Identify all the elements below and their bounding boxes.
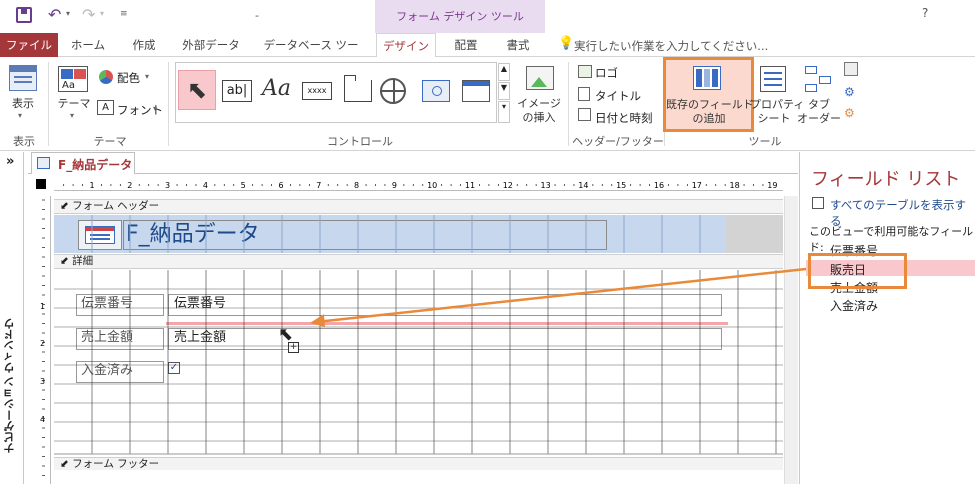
tab-control-icon[interactable] [344,75,372,102]
qat-customize-icon[interactable]: ≡ [120,9,128,19]
theme-icon[interactable]: Aa [58,66,88,92]
tab-order-button[interactable]: タブ オーダー [797,98,841,126]
gallery-more-icon[interactable]: ▾ [498,101,510,123]
horizontal-ruler [54,177,783,191]
tab-external-data[interactable]: 外部データ [178,33,244,57]
undo-dropdown-icon[interactable]: ▾ [66,9,70,18]
field-label-slip-number[interactable]: 伝票番号 [76,294,164,316]
field-textbox-slip-number[interactable]: 伝票番号 [168,294,722,316]
field-callout-box [808,253,907,289]
hyperlink-globe-icon[interactable] [380,78,406,104]
section-arrow-icon: ⬋ [60,458,73,470]
form-title-label[interactable]: F_納品データ [123,220,607,250]
add-existing-fields-button[interactable]: 既存のフィールド の追加 [666,98,754,126]
group-theme-label: テーマ [93,135,127,148]
colors-button[interactable]: 配色 [117,70,140,86]
drop-insertion-line [166,322,728,325]
tab-format[interactable]: 書式 [498,33,538,57]
tab-arrange[interactable]: 配置 [446,33,486,57]
detail-bar[interactable]: ⬋ 詳細 [54,254,783,269]
logo-icon[interactable] [578,65,592,78]
field-textbox-sales-amount[interactable]: 売上金額 [168,328,722,350]
view-dropdown-icon[interactable]: ▾ [18,111,22,120]
add-existing-fields-icon[interactable] [693,66,721,90]
gallery-scroll-up-icon[interactable]: ▲ [498,63,510,81]
form-header-label: フォーム ヘッダー [72,200,160,212]
select-pointer-icon[interactable]: ⬉ [178,70,216,110]
fonts-dropdown-icon[interactable]: ▾ [153,104,157,113]
convert-macros-icon[interactable]: ⚙ [844,106,858,120]
theme-dropdown-icon[interactable]: ▾ [70,111,74,120]
insert-image-button[interactable]: イメージ の挿入 [515,97,563,125]
detail-label: 詳細 [72,255,94,267]
document-tab-label: F_納品データ [58,158,133,172]
view-icon[interactable] [9,65,37,91]
datetime-button[interactable]: 日付と時刻 [595,110,653,126]
label-control-icon[interactable]: Aa [262,76,291,101]
vertical-scrollbar[interactable] [784,196,798,484]
help-button[interactable]: ? [922,6,928,20]
form-header-unused-area [726,215,783,253]
theme-button[interactable]: テーマ [55,97,93,111]
subform-icon[interactable] [844,62,858,76]
field-item[interactable]: 入金済み [830,297,878,314]
section-arrow-icon: ⬋ [60,255,73,267]
show-all-tables-icon[interactable] [812,197,824,209]
section-arrow-icon: ⬋ [60,200,73,212]
field-label-paid[interactable]: 入金済み [76,361,164,383]
form-icon [37,157,50,169]
title-button[interactable]: タイトル [595,88,641,104]
button-control-icon[interactable]: xxxx [302,82,332,100]
paid-checkbox[interactable]: ✓ [168,362,180,374]
view-button[interactable]: 表示 [7,97,39,111]
tell-me-input[interactable]: 実行したい作業を入力してください... [574,38,768,54]
nav-pane-label: ナビゲーション ウィンドウ [3,318,16,454]
tab-design[interactable]: デザイン [376,33,436,58]
colors-dropdown-icon[interactable]: ▾ [145,72,149,81]
gallery-scroll-down-icon[interactable]: ▼ [498,82,510,100]
textbox-control-icon[interactable]: ab| [222,80,252,102]
form-footer-area[interactable] [54,470,783,484]
drag-add-icon: + [288,342,299,353]
form-footer-label: フォーム フッター [72,458,160,470]
document-tab[interactable]: F_納品データ [31,152,135,175]
web-browser-control-icon[interactable] [422,80,450,102]
tab-order-icon[interactable] [805,64,833,92]
tab-home[interactable]: ホーム [66,33,110,57]
document-tab-bar [28,152,798,174]
group-view-label: 表示 [13,135,35,148]
field-list-title: フィールド リスト [811,169,961,190]
navigation-control-icon[interactable] [462,80,490,102]
logo-button[interactable]: ロゴ [595,65,618,81]
group-header-footer-label: ヘッダー/フッター [572,135,664,148]
view-code-icon[interactable]: ⚙ [844,85,858,99]
property-sheet-button[interactable]: プロパティ シート [750,98,804,126]
redo-dropdown-icon[interactable]: ▾ [100,9,104,18]
document-title: - [255,9,259,22]
property-sheet-icon[interactable] [760,66,786,92]
vertical-ruler [33,196,51,484]
lightbulb-icon: 💡 [558,36,575,51]
ruler-corner[interactable] [36,179,46,189]
form-logo-icon[interactable] [78,220,122,250]
colors-icon[interactable] [99,70,113,84]
contextual-tab-header: フォーム デザイン ツール [375,0,545,33]
insert-image-icon[interactable] [526,66,554,90]
group-tools-label: ツール [748,135,782,148]
fonts-icon[interactable]: A [97,100,114,115]
title-icon[interactable] [578,87,590,101]
undo-icon[interactable]: ↶ [48,5,61,24]
tab-file[interactable]: ファイル [0,33,58,57]
redo-icon[interactable]: ↷ [82,5,95,24]
nav-pane-toggle[interactable]: » [6,154,14,169]
datetime-icon[interactable] [578,108,591,121]
tab-create[interactable]: 作成 [122,33,166,57]
save-icon[interactable] [16,7,32,23]
group-controls-label: コントロール [327,135,393,148]
form-header-bar[interactable]: ⬋ フォーム ヘッダー [54,199,783,214]
field-label-sales-amount[interactable]: 売上金額 [76,328,164,350]
tab-database-tools[interactable]: データベース ツール [258,33,364,76]
